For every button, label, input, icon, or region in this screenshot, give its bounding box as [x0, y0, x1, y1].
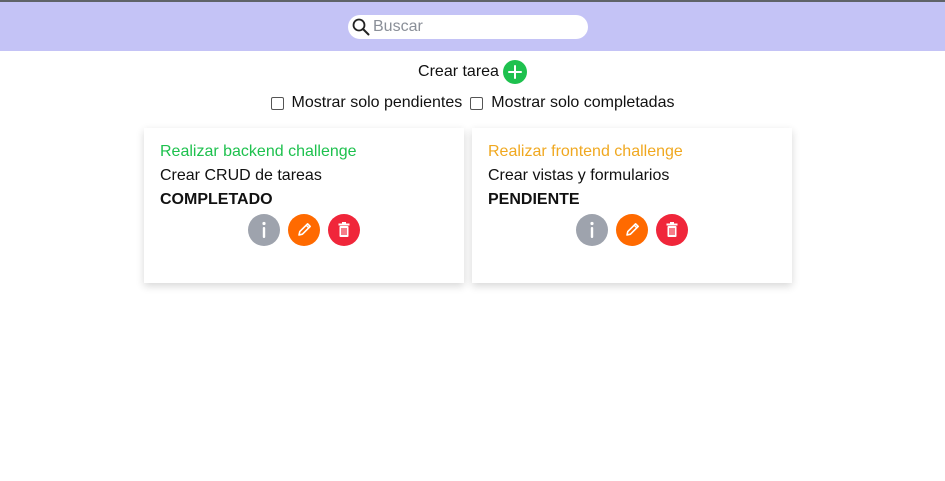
plus-icon — [507, 65, 522, 79]
task-description: Crear vistas y formularios — [488, 167, 670, 184]
search-box[interactable] — [348, 15, 588, 39]
task-card: Realizar frontend challenge Crear vistas… — [472, 128, 792, 283]
search-icon — [351, 17, 371, 37]
task-actions — [488, 214, 776, 246]
task-title: Realizar frontend challenge — [488, 143, 683, 160]
create-task-label: Crear tarea — [418, 63, 499, 80]
task-card: Realizar backend challenge Crear CRUD de… — [144, 128, 464, 283]
info-icon — [262, 221, 266, 238]
task-status: COMPLETADO — [160, 191, 273, 208]
add-task-button[interactable] — [502, 60, 527, 84]
task-status: PENDIENTE — [488, 191, 580, 208]
delete-button[interactable] — [656, 214, 688, 246]
trash-icon — [666, 222, 678, 237]
trash-icon — [338, 222, 350, 237]
edit-button[interactable] — [616, 214, 648, 246]
task-description: Crear CRUD de tareas — [160, 167, 322, 184]
info-button[interactable] — [576, 214, 608, 246]
filter-completed[interactable]: Mostrar solo completadas — [470, 93, 674, 113]
filter-pending-checkbox[interactable] — [270, 96, 284, 110]
pencil-icon — [626, 223, 639, 236]
info-icon — [590, 221, 594, 238]
task-title: Realizar backend challenge — [160, 143, 357, 160]
edit-button[interactable] — [288, 214, 320, 246]
info-button[interactable] — [248, 214, 280, 246]
filter-pending[interactable]: Mostrar solo pendientes — [270, 93, 463, 113]
filter-completed-checkbox[interactable] — [470, 96, 484, 110]
top-bar — [0, 2, 945, 51]
delete-button[interactable] — [328, 214, 360, 246]
search-input[interactable] — [371, 16, 573, 38]
filters-row: Mostrar solo pendientes Mostrar solo com… — [0, 93, 945, 113]
filter-pending-label: Mostrar solo pendientes — [291, 94, 463, 111]
filter-completed-label: Mostrar solo completadas — [491, 94, 675, 111]
pencil-icon — [298, 223, 311, 236]
create-task-row: Crear tarea — [0, 60, 945, 84]
task-actions — [160, 214, 448, 246]
